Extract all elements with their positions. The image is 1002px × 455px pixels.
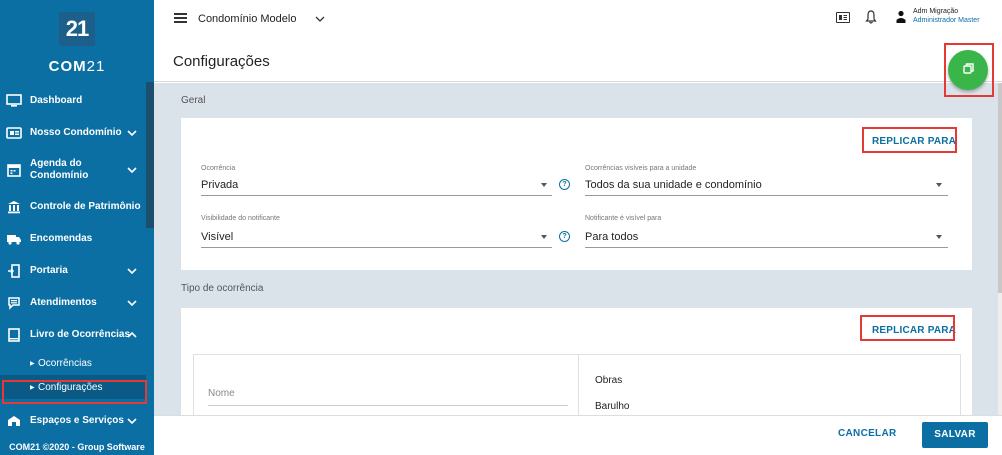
notificante-label: Notificante é visível para xyxy=(585,215,662,222)
sidebar-item-label-line1: Agenda do xyxy=(30,158,82,169)
sidebar-subitem-label: Ocorrências xyxy=(38,357,92,369)
condo-selector[interactable]: Condomínio Modelo xyxy=(198,13,296,25)
page-scrollbar[interactable] xyxy=(998,83,1002,415)
ocorrencia-select[interactable]: Privada xyxy=(201,179,238,191)
logo[interactable]: 21 COM21 xyxy=(0,0,154,82)
dropdown-arrow-icon[interactable] xyxy=(936,183,942,187)
news-icon[interactable] xyxy=(836,12,850,23)
truck-icon xyxy=(6,232,22,246)
chevron-down-icon xyxy=(127,268,137,275)
tipo-list-box: Nome Obras Barulho xyxy=(193,354,961,415)
list-item[interactable]: Barulho xyxy=(595,401,629,412)
sidebar: 21 COM21 Dashboard Nosso Condomínio Agen… xyxy=(0,0,154,455)
logo-text-bold: COM xyxy=(48,58,87,75)
chevron-down-icon xyxy=(127,418,137,425)
sidebar-item-label-line2: Condomínio xyxy=(30,170,89,181)
logo-text-light: 21 xyxy=(86,58,106,75)
visibilidade-select[interactable]: Visível xyxy=(201,231,233,243)
visiveis-underline xyxy=(585,195,948,196)
page-title: Configurações xyxy=(173,53,270,70)
door-icon xyxy=(6,264,22,278)
visiveis-label: Ocorrências visíveis para a unidade xyxy=(585,165,697,172)
book-icon xyxy=(6,328,22,342)
chevron-down-icon xyxy=(127,300,137,307)
highlight-box-configuracoes xyxy=(2,380,147,404)
sidebar-subitem-ocorrencias[interactable]: ▶ Ocorrências xyxy=(0,351,146,375)
sidebar-item-label: Encomendas xyxy=(30,233,93,244)
chevron-up-icon xyxy=(127,331,137,338)
section-title-tipo: Tipo de ocorrência xyxy=(181,283,264,294)
sidebar-item-label: Controle de Patrimônio xyxy=(30,201,141,212)
chevron-down-icon xyxy=(127,130,137,137)
notificante-underline xyxy=(585,247,948,248)
nome-input[interactable]: Nome xyxy=(208,388,235,399)
user-name[interactable]: Adm Migração xyxy=(913,8,958,15)
user-role: Administrador Master xyxy=(913,17,980,24)
sidebar-item-espacos-servicos[interactable]: Espaços e Serviços xyxy=(0,405,146,437)
calendar-icon xyxy=(6,163,22,177)
sidebar-item-encomendas[interactable]: Encomendas xyxy=(0,223,146,255)
topbar: Condomínio Modelo Adm Migração Administr… xyxy=(154,0,1002,40)
highlight-box-replicar xyxy=(860,315,955,341)
sidebar-item-label: Livro de Ocorrências xyxy=(30,329,131,340)
dropdown-arrow-icon[interactable] xyxy=(541,183,547,187)
sidebar-item-label: Nosso Condomínio xyxy=(30,127,122,138)
ocorrencia-underline xyxy=(201,195,552,196)
sidebar-item-label: Atendimentos xyxy=(30,297,97,308)
sidebar-scrollbar[interactable] xyxy=(146,82,154,228)
visibilidade-underline xyxy=(201,247,552,248)
ocorrencia-label: Ocorrência xyxy=(201,165,236,172)
dropdown-arrow-icon[interactable] xyxy=(541,235,547,239)
dropdown-arrow-icon[interactable] xyxy=(936,235,942,239)
sidebar-item-label: Agenda do Condomínio xyxy=(30,158,88,182)
nome-underline xyxy=(208,405,568,406)
help-icon[interactable]: ? xyxy=(559,231,570,242)
section-title-geral: Geral xyxy=(181,95,206,106)
chevron-down-icon[interactable] xyxy=(315,15,325,23)
monitor-icon xyxy=(6,94,22,108)
page-header: Configurações xyxy=(154,40,1002,82)
menu-icon[interactable] xyxy=(174,13,187,23)
help-icon[interactable]: ? xyxy=(559,179,570,190)
main-content: Geral REPLICAR PARA Ocorrência Privada ?… xyxy=(154,83,998,415)
bank-icon xyxy=(6,200,22,214)
card-geral: REPLICAR PARA Ocorrência Privada ? Ocorr… xyxy=(181,118,972,270)
sidebar-item-portaria[interactable]: Portaria xyxy=(0,255,146,287)
cancel-button[interactable]: CANCELAR xyxy=(838,428,897,439)
sidebar-item-label: Espaços e Serviços xyxy=(30,415,124,426)
sidebar-item-dashboard[interactable]: Dashboard xyxy=(0,85,146,117)
sidebar-item-label: Portaria xyxy=(30,265,68,276)
scrollbar-thumb[interactable] xyxy=(998,83,1002,293)
card-icon xyxy=(6,126,22,140)
sidebar-item-livro-ocorrencias[interactable]: Livro de Ocorrências xyxy=(0,319,146,351)
space-icon xyxy=(6,414,22,428)
logo-text: COM21 xyxy=(0,58,154,75)
highlight-box-fab xyxy=(944,43,994,97)
notificante-select[interactable]: Para todos xyxy=(585,231,638,243)
vertical-divider xyxy=(578,355,579,415)
app-root: 21 COM21 Dashboard Nosso Condomínio Agen… xyxy=(0,0,1002,455)
sidebar-footer: COM21 ©2020 - Group Software xyxy=(9,442,145,452)
card-tipo-ocorrencia: REPLICAR PARA Nome Obras Barulho xyxy=(181,308,972,415)
save-button[interactable]: SALVAR xyxy=(922,422,988,448)
visibilidade-label: Visibilidade do notificante xyxy=(201,215,280,222)
highlight-box-replicar xyxy=(862,127,957,153)
action-bar: CANCELAR SALVAR xyxy=(154,415,1002,455)
list-item[interactable]: Obras xyxy=(595,375,622,386)
chevron-down-icon xyxy=(127,167,137,174)
sidebar-item-label: Dashboard xyxy=(30,95,83,106)
caret-right-icon: ▶ xyxy=(30,361,35,367)
chat-icon xyxy=(6,296,22,310)
sidebar-item-agenda[interactable]: Agenda do Condomínio xyxy=(0,149,146,191)
visiveis-select[interactable]: Todos da sua unidade e condomínio xyxy=(585,179,762,191)
bell-icon[interactable] xyxy=(865,10,877,24)
sidebar-item-nosso-condominio[interactable]: Nosso Condomínio xyxy=(0,117,146,149)
sidebar-item-atendimentos[interactable]: Atendimentos xyxy=(0,287,146,319)
sidebar-item-patrimonio[interactable]: Controle de Patrimônio xyxy=(0,191,146,223)
logo-badge: 21 xyxy=(59,12,95,46)
user-icon[interactable] xyxy=(896,10,906,24)
